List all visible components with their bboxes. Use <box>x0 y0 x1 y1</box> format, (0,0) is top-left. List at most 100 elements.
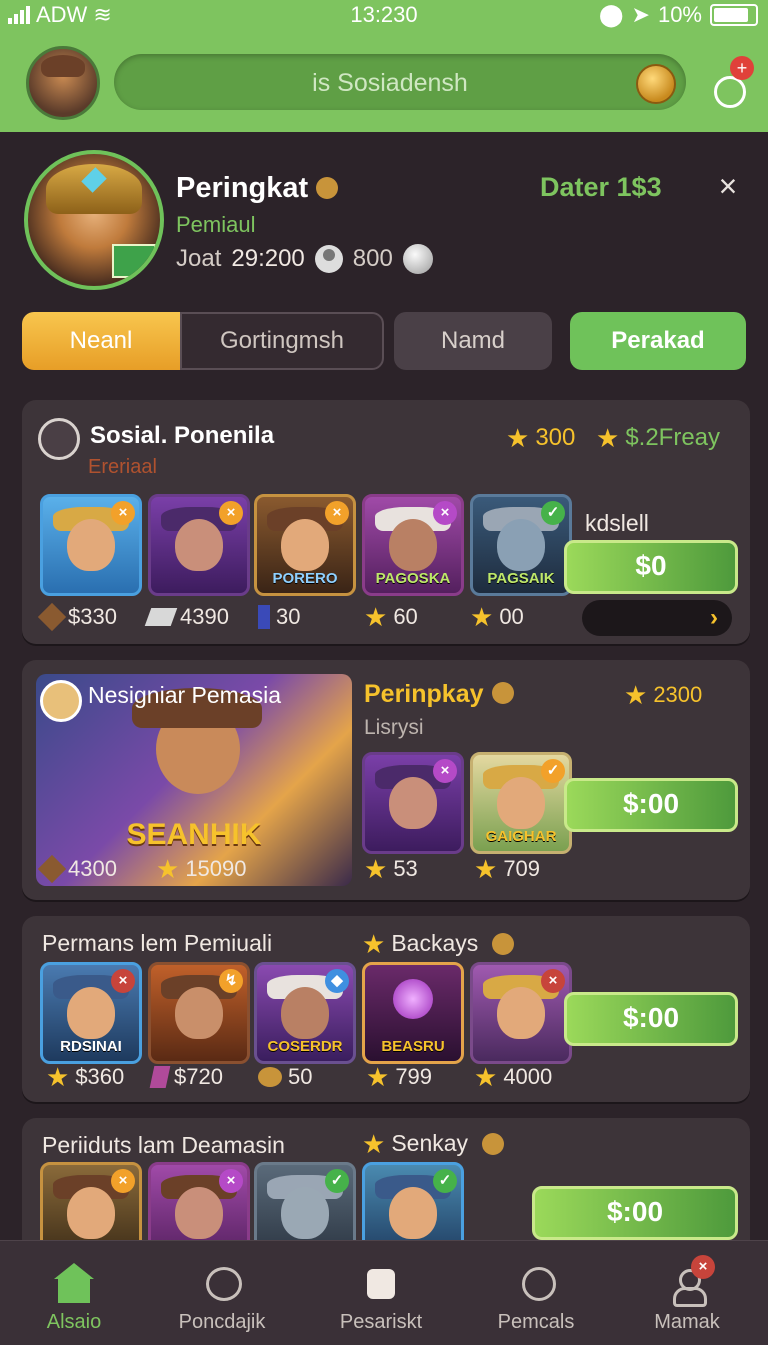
stat-value: 00 <box>499 604 524 629</box>
notification-badge: + <box>730 56 754 80</box>
close-button[interactable]: × <box>710 168 746 205</box>
star-count: 2300 <box>653 682 703 707</box>
tag-icon <box>361 1263 401 1303</box>
profile-subtitle: Pemiaul <box>176 212 256 237</box>
star-icon: ★ <box>624 680 648 710</box>
wood-icon <box>37 602 67 632</box>
card-title: Periiduts lam Deamasin <box>42 1132 285 1158</box>
hero-tile[interactable]: PORERO × <box>254 494 356 596</box>
coin-icon <box>636 64 676 104</box>
card-heading: Perinpkay <box>364 680 484 708</box>
star-count: 300 <box>535 424 576 451</box>
hero-tile[interactable]: × <box>40 494 142 596</box>
close-badge-icon: × <box>219 1169 243 1193</box>
bottom-nav: Alsaio Poncdajik Pesariskt Pemcals × Mam… <box>0 1240 768 1345</box>
check-badge-icon: ✓ <box>541 501 565 525</box>
cookie-icon <box>482 1132 505 1155</box>
card-title: Sosial. Ponenila <box>90 422 275 449</box>
nav-label: Pemcals <box>497 1311 575 1333</box>
wood-icon <box>37 854 67 884</box>
card-heading: Backays <box>391 930 479 956</box>
user-avatar[interactable] <box>26 46 100 120</box>
hero-tile[interactable]: PAGOSKA × <box>362 494 464 596</box>
hero-tile[interactable]: × <box>148 494 250 596</box>
chat-icon <box>202 1263 242 1303</box>
tab-gortingmsh[interactable]: Gortingmsh <box>180 312 384 370</box>
hero-tile[interactable]: ↯ <box>148 962 250 1064</box>
star-icon: ★ <box>156 854 180 884</box>
card-heading: Senkay <box>391 1130 469 1156</box>
home-icon <box>54 1263 94 1303</box>
card-subtitle: Ereriaal <box>88 456 157 478</box>
hero-tile[interactable]: × <box>362 752 464 854</box>
power-badge-icon: ↯ <box>219 969 243 993</box>
search-input[interactable]: is Sosiadensh <box>114 54 686 110</box>
claim-button[interactable]: $0 <box>564 540 738 594</box>
next-button[interactable]: › <box>582 600 732 636</box>
check-badge-icon: ✓ <box>433 1169 457 1193</box>
tab-namd[interactable]: Namd <box>394 312 552 370</box>
card-title: Permans lem Pemiuali <box>42 930 273 956</box>
coin-count: 800 <box>352 245 393 272</box>
silver-coin-icon <box>402 244 433 274</box>
avatar-icon <box>40 680 82 722</box>
star-icon: ★ <box>364 854 388 884</box>
event-card-2: SEANHIK Nesigniar Pemasia 4300 ★ 15090 Pe… <box>22 660 750 900</box>
player-avatar[interactable] <box>24 150 164 290</box>
battery-percent: 10% <box>657 2 702 27</box>
star-icon: ★ <box>366 1062 390 1092</box>
location-icon: ⬤ <box>598 2 624 27</box>
claim-button[interactable]: $:00 <box>564 778 738 832</box>
claim-button[interactable]: $:00 <box>532 1186 738 1240</box>
gem-badge-icon: ◆ <box>325 969 349 993</box>
rewards-button[interactable]: + <box>710 56 754 108</box>
hero-tile[interactable]: RDSINAI × <box>40 962 142 1064</box>
check-badge-icon: ✓ <box>541 759 565 783</box>
user-icon <box>314 245 343 273</box>
card-title: Nesigniar Pemasia <box>88 682 282 708</box>
star-icon: ★ <box>596 423 620 453</box>
nav-item-home[interactable]: Alsaio <box>0 1241 148 1345</box>
stat-value: 799 <box>395 1064 433 1089</box>
nav-item-store[interactable]: Pesariskt <box>296 1241 466 1345</box>
hero-tile[interactable]: × <box>470 962 572 1064</box>
close-badge-icon: × <box>111 501 135 525</box>
hero-tile[interactable]: GAIGHAR ✓ <box>470 752 572 854</box>
stat-value: 4000 <box>503 1064 553 1089</box>
close-badge-icon: × <box>433 759 457 783</box>
hero-tile[interactable]: COSERDR ◆ <box>254 962 356 1064</box>
close-badge-icon: × <box>433 501 457 525</box>
book-icon <box>149 1066 171 1088</box>
chat-bubble-icon <box>516 1263 556 1303</box>
tile-label: RDSINAI <box>60 1038 122 1055</box>
tab-perakad[interactable]: Perakad <box>570 312 746 370</box>
reward-label: $.2Freay <box>625 424 721 451</box>
nav-item-profile[interactable]: × Mamak <box>606 1241 768 1345</box>
flag-icon <box>112 244 156 278</box>
profile-title: Peringkat <box>176 172 309 204</box>
profile-section: Peringkat Pemiaul Joat 29:200 800 Dater … <box>0 132 768 302</box>
coin-pile-icon <box>258 1067 282 1087</box>
card-subheading: Lisrysi <box>364 716 424 739</box>
date-label: Dater 1$3 <box>540 172 662 202</box>
close-badge-icon: × <box>325 501 349 525</box>
tab-neanl[interactable]: Neanl <box>22 312 180 370</box>
star-icon: ★ <box>362 928 386 959</box>
top-bar: is Sosiadensh + <box>0 30 768 132</box>
cookie-icon <box>316 177 339 199</box>
hero-tile[interactable]: PAGSAIK ✓ <box>470 494 572 596</box>
search-placeholder: is Sosiadensh <box>312 69 468 97</box>
stat-value: 30 <box>276 604 301 629</box>
star-icon: ★ <box>474 854 498 884</box>
hero-tile[interactable]: BEASRU <box>362 962 464 1064</box>
claim-button[interactable]: $:00 <box>564 992 738 1046</box>
nav-item-messages[interactable]: Poncdajik <box>148 1241 296 1345</box>
navigation-icon: ➤ <box>631 2 650 27</box>
stat-value: 4390 <box>180 604 229 629</box>
nav-item-search[interactable]: Pemcals <box>466 1241 606 1345</box>
tile-label: BEASRU <box>381 1038 445 1055</box>
event-card-3: Permans lem Pemiuali ★ Backays RDSINAI × ↯… <box>22 916 750 1102</box>
chevron-right-icon: › <box>710 604 718 631</box>
tile-label: COSERDR <box>267 1038 343 1055</box>
nav-label: Poncdajik <box>178 1311 266 1333</box>
